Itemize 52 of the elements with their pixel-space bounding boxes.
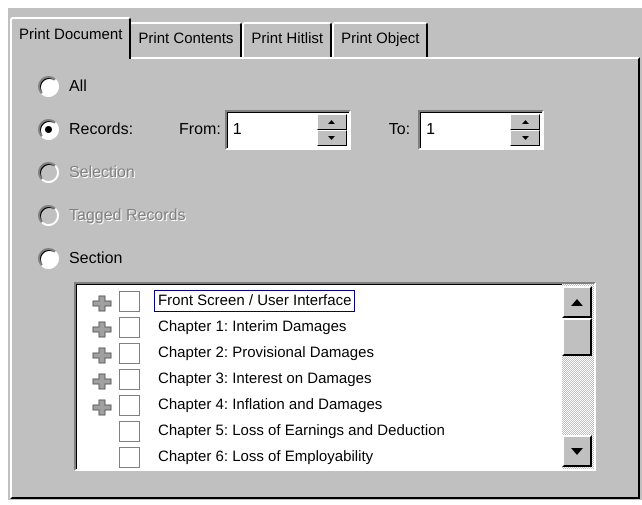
section-item[interactable]: Chapter 5: Loss of Earnings and Deduction (154, 420, 449, 442)
down-arrow-icon (522, 136, 529, 140)
scroll-thumb[interactable] (562, 318, 592, 356)
option-label: Selection (69, 162, 135, 182)
spin-down-button[interactable] (316, 130, 347, 146)
expand-plus-icon[interactable] (90, 396, 114, 417)
option-label: Records: (69, 120, 134, 140)
expand-plus-icon[interactable] (90, 292, 114, 313)
section-item[interactable]: Front Screen / User Interface (154, 290, 356, 312)
down-arrow-icon (571, 448, 583, 454)
expand-plus-icon[interactable] (90, 370, 114, 391)
number-field[interactable]: 1 (420, 112, 510, 148)
tab[interactable]: Print Contents (129, 22, 242, 57)
number-spinner[interactable]: 1 (418, 110, 544, 150)
up-arrow-icon (328, 120, 336, 124)
number-field[interactable]: 1 (226, 112, 317, 148)
option-label: Section (69, 248, 122, 268)
section-item[interactable]: Chapter 3: Interest on Damages (154, 368, 376, 390)
checkbox[interactable] (119, 290, 140, 312)
spin-up-button[interactable] (316, 114, 347, 130)
spin-up-button[interactable] (510, 114, 540, 130)
number-spinner[interactable]: 1 (224, 110, 351, 150)
tab[interactable]: Print Object (332, 22, 428, 57)
checkbox[interactable] (119, 394, 140, 416)
section-item[interactable]: Chapter 6: Loss of Employability (154, 446, 378, 468)
up-arrow-icon (522, 120, 529, 124)
spin-down-button[interactable] (510, 130, 540, 146)
to-label: To: (388, 120, 410, 140)
radio-button[interactable] (38, 76, 59, 97)
checkbox[interactable] (119, 368, 140, 390)
expand-plus-icon[interactable] (90, 318, 114, 339)
tab[interactable]: Print Document (10, 17, 132, 59)
checkbox[interactable] (119, 342, 140, 364)
option-label: Tagged Records (69, 206, 186, 226)
option-label: All (69, 76, 87, 96)
section-tree[interactable] (74, 282, 596, 471)
expand-plus-icon[interactable] (90, 344, 114, 365)
up-arrow-icon (571, 298, 583, 306)
vertical-scrollbar[interactable] (562, 284, 594, 469)
checkbox[interactable] (119, 316, 140, 338)
section-item[interactable]: Chapter 2: Provisional Damages (154, 342, 378, 364)
scroll-down-button[interactable] (562, 435, 592, 467)
checkbox[interactable] (119, 420, 140, 442)
from-label: From: (179, 120, 221, 140)
section-item[interactable]: Chapter 4: Inflation and Damages (154, 394, 386, 416)
section-item[interactable]: Chapter 1: Interim Damages (154, 316, 350, 338)
radio-button[interactable] (38, 248, 59, 269)
checkbox[interactable] (119, 446, 140, 468)
tab[interactable]: Print Hitlist (242, 22, 332, 57)
scroll-up-button[interactable] (562, 286, 592, 318)
down-arrow-icon (328, 136, 336, 140)
radio-button[interactable] (38, 119, 59, 140)
